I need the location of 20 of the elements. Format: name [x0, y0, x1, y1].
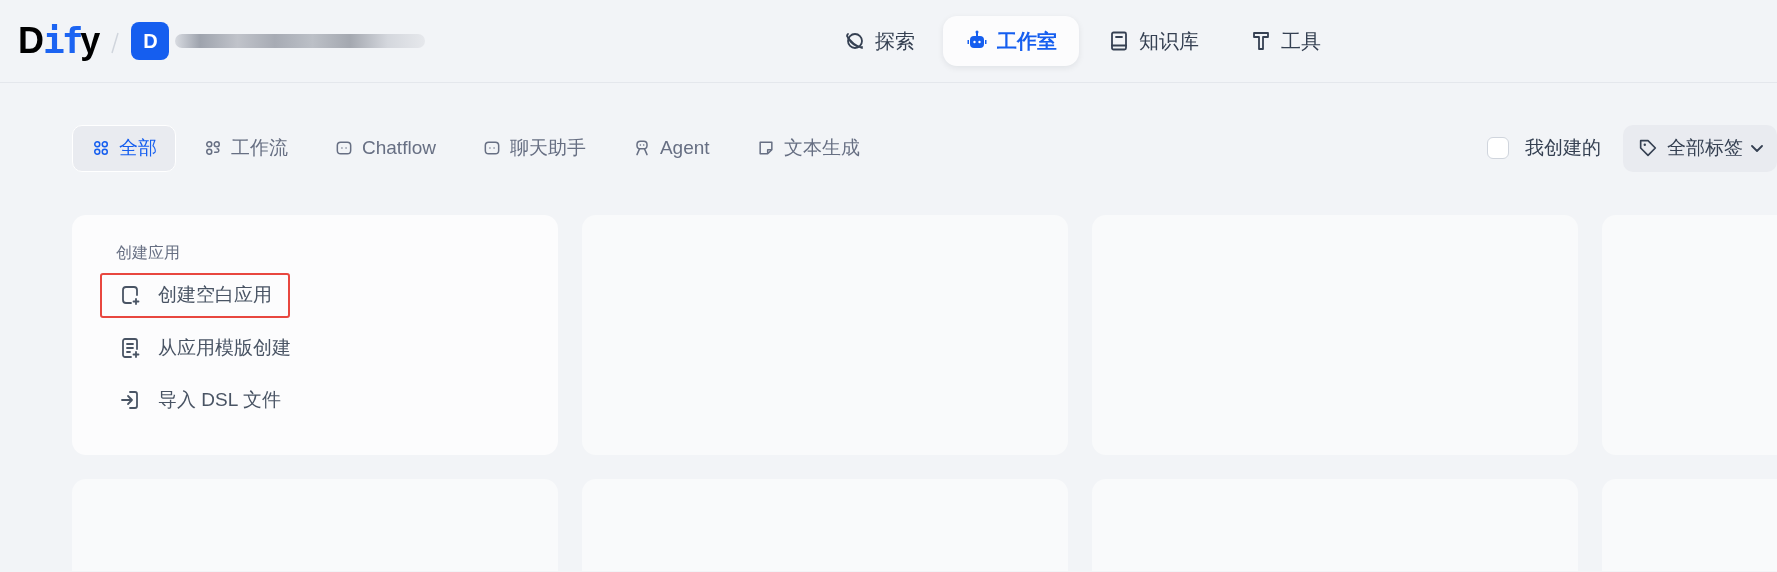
checkbox[interactable] — [1487, 137, 1509, 160]
filter-tab[interactable]: Chatflow — [315, 125, 455, 172]
tag-filter-dropdown[interactable]: 全部标签 — [1623, 125, 1777, 172]
filter-tab[interactable]: 全部 — [72, 125, 176, 172]
nav-tab[interactable]: 工作室 — [943, 16, 1080, 66]
create-option[interactable]: 导入 DSL 文件 — [100, 378, 299, 423]
create-option[interactable]: 创建空白应用 — [100, 273, 290, 318]
filter-tab[interactable]: Agent — [612, 125, 729, 172]
workspace-avatar[interactable]: D — [131, 22, 170, 60]
nav-tab[interactable]: 工具 — [1227, 16, 1344, 66]
filter-tab[interactable]: 文本生成 — [736, 125, 879, 172]
chevron-down-icon — [1751, 144, 1763, 152]
nav-tab[interactable]: 探索 — [821, 16, 938, 66]
logo-wordmark: Dify — [18, 19, 100, 63]
filter-tab[interactable]: 工作流 — [184, 125, 307, 172]
create-option[interactable]: 从应用模版创建 — [100, 325, 309, 370]
checkbox-label: 我创建的 — [1525, 136, 1601, 160]
nav-tab[interactable]: 知识库 — [1085, 16, 1222, 66]
filter-tab[interactable]: 聊天助手 — [462, 125, 605, 172]
card-title: 创建应用 — [115, 243, 180, 263]
